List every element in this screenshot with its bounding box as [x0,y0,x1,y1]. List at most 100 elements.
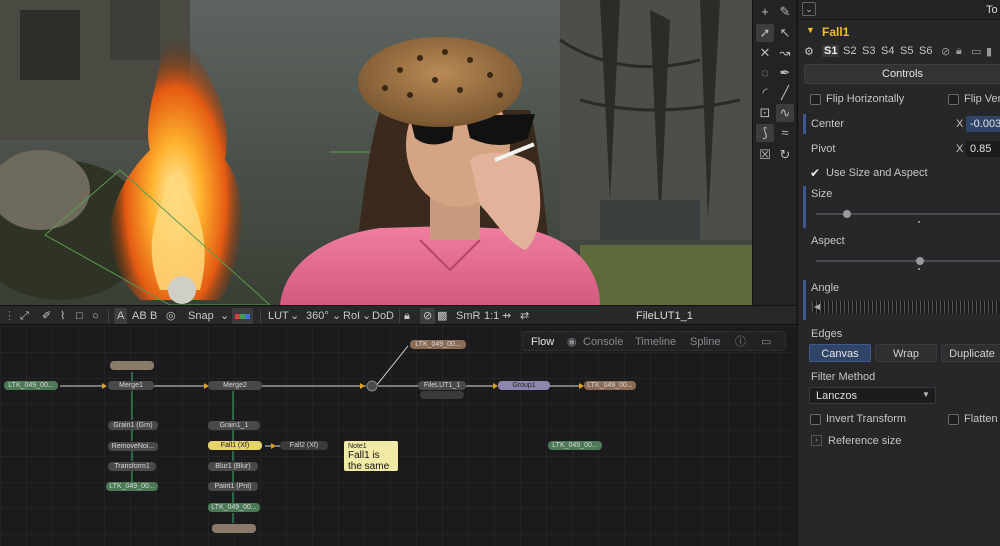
wrench-icon[interactable]: ⚙︎ [804,45,814,58]
version-s2[interactable]: S2 [843,45,856,57]
viewer-ab-button[interactable]: AB [132,308,147,324]
bezier-icon[interactable]: ⟆ [756,124,774,142]
node-saver-right[interactable]: LTK_049_00... [584,381,636,390]
delete-point-icon[interactable]: ☒ [756,146,774,164]
viewer-canvas[interactable] [0,0,752,305]
line-icon[interactable]: ╱ [776,84,794,102]
node-grain1[interactable]: Grain1 (Grn) [108,421,158,430]
flip-horizontally-checkbox[interactable] [810,94,821,105]
inspector-tab[interactable]: To [986,4,998,16]
color-channel-icon[interactable] [232,308,253,324]
note-sticky[interactable]: Note1 Fall1 is the same [344,441,398,471]
aspect-slider-knob[interactable] [916,257,924,265]
rectangle-icon[interactable]: □ [76,308,83,324]
lasso-icon[interactable]: ◌ [756,64,774,82]
lut-dropdown[interactable]: LUT [268,308,289,324]
node-loader-top[interactable]: LTK_049_00... [410,340,466,349]
glasses-icon[interactable]: ◎ [166,308,176,324]
version-s1[interactable]: S1 [822,45,840,57]
version-s3[interactable]: S3 [862,45,875,57]
center-x-input[interactable]: -0.0032 [966,116,1000,132]
edges-duplicate-button[interactable]: Duplicate [941,344,1000,362]
invert-transform-checkbox[interactable] [810,414,821,425]
collapse-icon[interactable]: ⌄ [802,2,816,16]
viewer-a-button[interactable]: A [114,308,128,324]
ratio-button[interactable]: 1:1 [484,308,499,324]
reset-icon[interactable]: ▭ [971,45,981,58]
viewer-b-button[interactable]: B [150,308,157,324]
degrees-dropdown[interactable]: 360° [306,308,329,324]
node-loader-c[interactable]: LTK_049_00... [208,503,260,512]
node-group1[interactable]: Group1 [498,381,550,390]
wave-icon[interactable]: ≈ [776,124,794,142]
snap-dropdown[interactable]: Snap [188,308,214,324]
brush-icon[interactable]: ⌇ [60,308,65,324]
tab-controls[interactable]: Controls [804,64,1000,84]
loop-icon[interactable]: ↻ [776,146,794,164]
add-point-icon[interactable]: + [756,3,774,21]
eyedropper-icon[interactable]: ✐ [42,308,51,324]
reference-size-expand-icon[interactable]: › [811,435,822,446]
checkerboard-icon[interactable]: ▩ [437,308,447,324]
node-fall2[interactable]: Fall2 (Xf) [280,441,328,450]
reference-size-label[interactable]: Reference size [828,435,901,447]
curve-arrow-icon[interactable]: ↝ [776,44,794,62]
tab-spline[interactable]: Spline [690,334,721,350]
roi-dropdown[interactable]: RoI [343,308,360,324]
checker-icon[interactable]: ⊘ [420,308,436,324]
pointer-icon[interactable]: ↖ [776,24,794,42]
node-loader-b[interactable]: LTK_049_00... [106,482,158,491]
zoom-icon[interactable]: ⤢ [20,308,29,324]
node-transform1[interactable]: Transform1 [108,462,156,471]
node-blank-top[interactable] [110,361,154,370]
version-s5[interactable]: S5 [900,45,913,57]
select-arrow-plus-icon[interactable]: ➚ [756,24,774,42]
circle-icon[interactable]: ○ [92,308,99,324]
tab-timeline[interactable]: Timeline [635,334,676,350]
more-icon[interactable]: ⋮ [4,308,15,324]
node-loader-far[interactable]: LTK_049_00... [548,441,602,450]
angle-thumbwheel[interactable] [812,301,1000,313]
tab-console[interactable]: Console [583,334,623,350]
node-merge1[interactable]: Merge1 [108,381,154,390]
pencil-icon[interactable]: ✎ [776,3,794,21]
disable-icon[interactable]: ⊘ [941,45,950,58]
node-blur1[interactable]: Blur1 (Blur) [208,462,258,471]
node-fall1[interactable]: Fall1 (Xf) [208,441,262,450]
filter-method-dropdown[interactable]: Lanczos ▼ [809,387,936,404]
aspect-slider-track[interactable] [816,260,1000,262]
node-grain1-1[interactable]: Grain1_1 [208,421,260,430]
info-icon[interactable]: ⓘ [735,334,746,350]
node-remove-noise[interactable]: RemoveNoi... [108,442,158,451]
use-size-aspect-checkbox[interactable]: ✔ [810,167,821,179]
comment-icon[interactable]: ▭ [761,334,771,350]
version-s4[interactable]: S4 [881,45,894,57]
angle-left-arrow-icon[interactable]: ◀ [814,302,820,311]
node-blank-bottom[interactable] [212,524,256,533]
lock-icon[interactable]: 🔒︎ [404,308,410,324]
tab-flow[interactable]: Flow [531,334,554,350]
edges-canvas-button[interactable]: Canvas [809,344,871,362]
node-loader-main[interactable]: LTK_049_00... [4,381,58,390]
expand-chevron-icon[interactable]: ▼ [806,25,815,35]
link-icon[interactable]: ⇸ [502,308,511,324]
size-slider-knob[interactable] [843,210,851,218]
pivot-x-input[interactable]: 0.85 [966,141,1000,157]
pen-tool-icon[interactable]: ✒ [776,64,794,82]
node-filelut[interactable]: FileLUT1_1 [418,381,466,390]
arc-icon[interactable]: ◜ [756,84,774,102]
swap-icon[interactable]: ⇄ [520,308,529,324]
flatten-transform-checkbox[interactable] [948,414,959,425]
flip-vertically-checkbox[interactable] [948,94,959,105]
node-paint1[interactable]: Paint1 (Pnt) [208,482,258,491]
lock-icon[interactable]: 🔒︎ [956,45,962,58]
dod-button[interactable]: DoD [372,308,394,324]
smooth-curve-icon[interactable]: ∿ [776,104,794,122]
edges-wrap-button[interactable]: Wrap [875,344,937,362]
version-s6[interactable]: S6 [919,45,932,57]
smr-button[interactable]: SmR [456,308,480,324]
node-merge2[interactable]: Merge2 [208,381,262,390]
handles-icon[interactable]: ⊡ [756,104,774,122]
menu-icon[interactable]: ▮ [986,45,992,58]
cross-arrow-icon[interactable]: ✕ [756,44,774,62]
